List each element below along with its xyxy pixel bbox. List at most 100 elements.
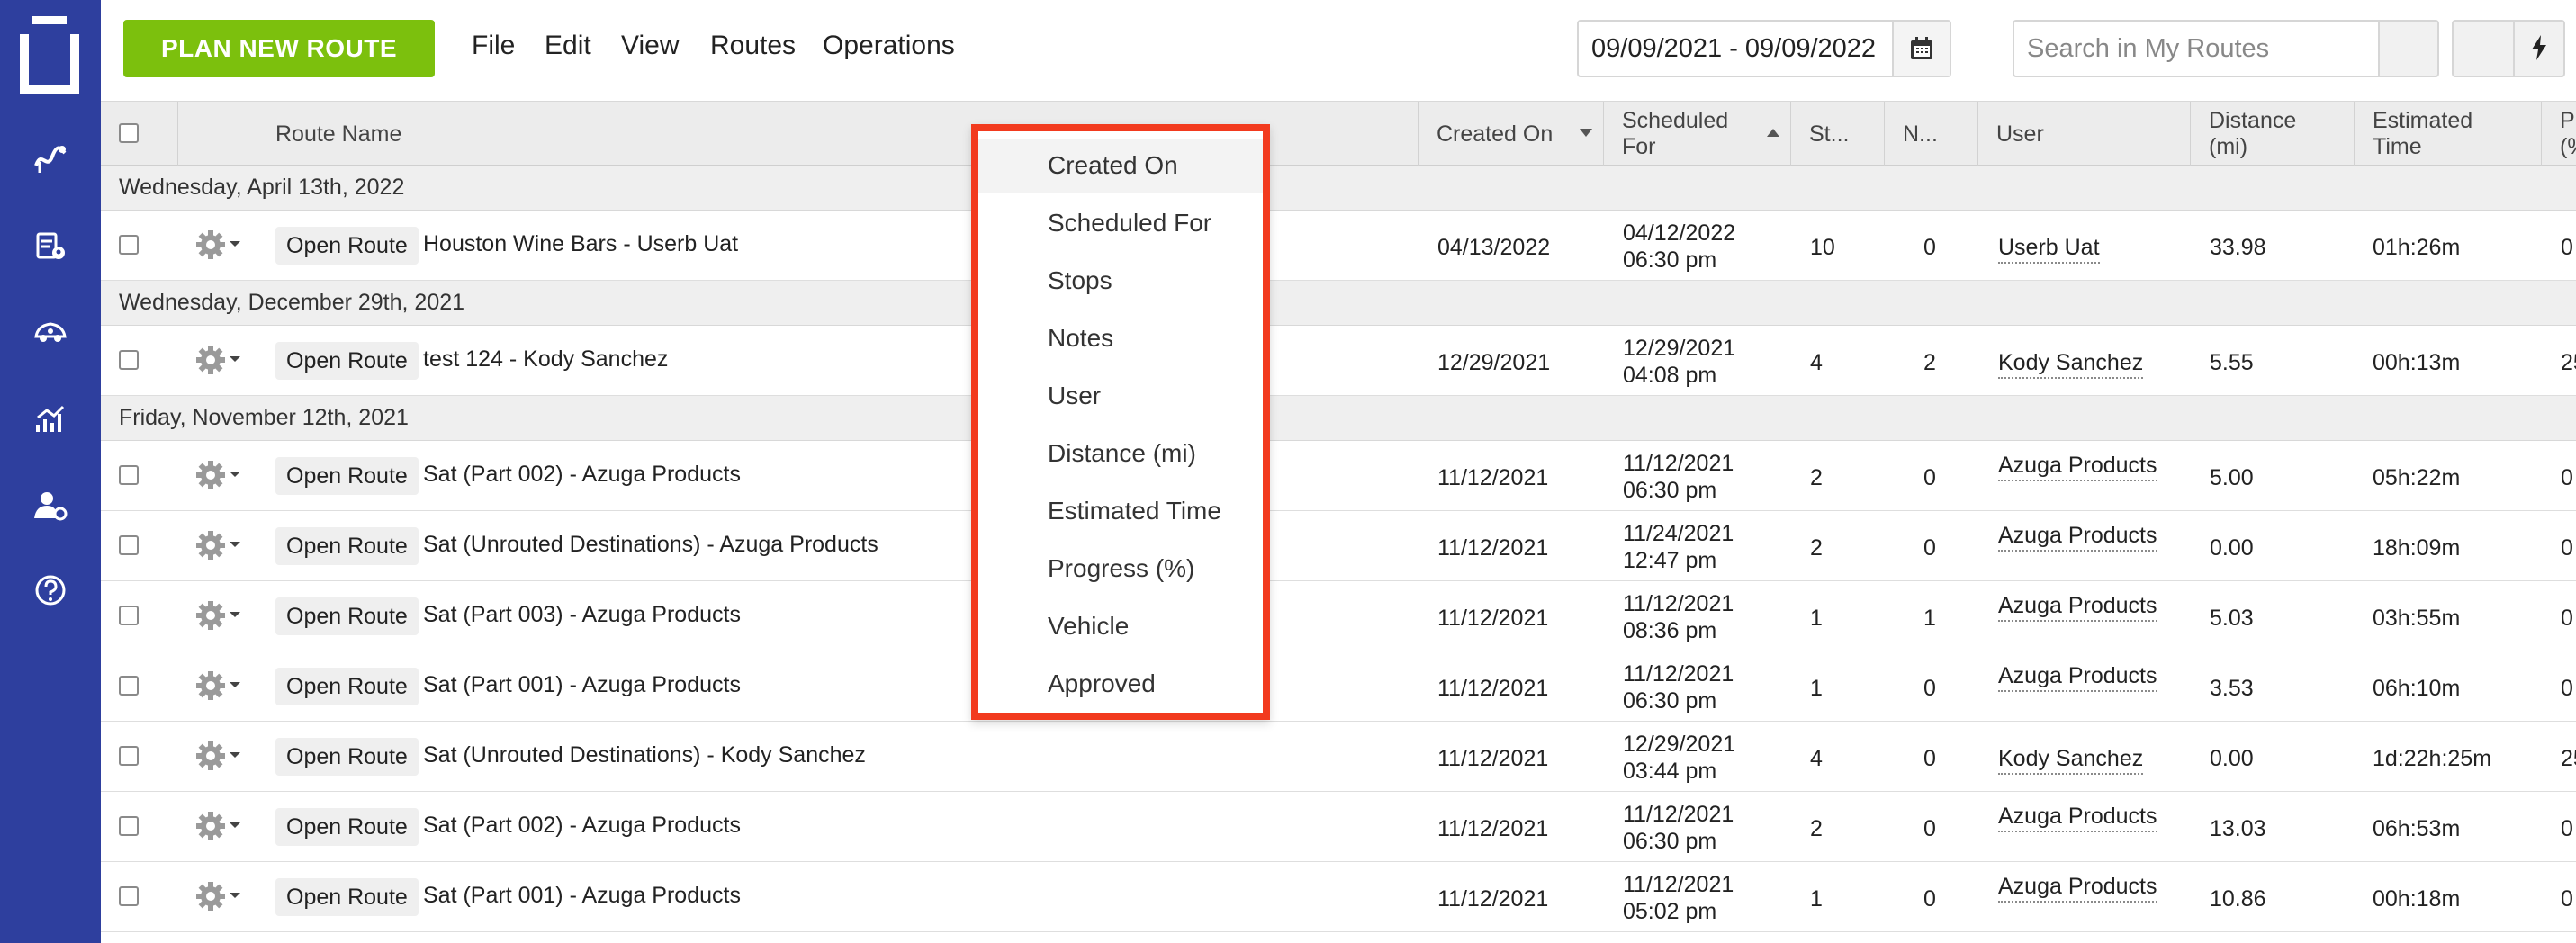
user-link[interactable]: Azuga Products bbox=[1998, 522, 2157, 552]
scheduled-date: 11/12/2021 bbox=[1623, 802, 1734, 827]
calendar-icon[interactable] bbox=[1892, 22, 1950, 76]
gear-icon[interactable] bbox=[194, 459, 248, 491]
gear-icon[interactable] bbox=[194, 344, 248, 376]
header-scheduled-for[interactable]: Scheduled For bbox=[1604, 102, 1791, 166]
open-route-button[interactable]: Open Route bbox=[275, 878, 419, 916]
header-user[interactable]: User bbox=[1978, 102, 2191, 166]
column-menu-item[interactable]: Vehicle bbox=[978, 599, 1263, 653]
user-link[interactable]: Azuga Products bbox=[1998, 592, 2157, 622]
table-row[interactable]: Open Route Houston Wine Bars - Userb Uat… bbox=[101, 211, 2576, 281]
row-checkbox[interactable] bbox=[119, 886, 139, 906]
routes-icon[interactable] bbox=[31, 139, 70, 178]
table-row[interactable]: Open Route Sat (Unrouted Destinations) -… bbox=[101, 722, 2576, 792]
header-distance[interactable]: Distance (mi) bbox=[2191, 102, 2355, 166]
column-menu-item[interactable]: Created On bbox=[978, 139, 1263, 193]
lightning-button[interactable] bbox=[2513, 20, 2565, 77]
menu-edit[interactable]: Edit bbox=[545, 31, 591, 61]
estimated-time: 05h:22m bbox=[2373, 465, 2461, 490]
open-route-button[interactable]: Open Route bbox=[275, 527, 419, 565]
route-name[interactable]: Sat (Unrouted Destinations) - Kody Sanch… bbox=[423, 741, 866, 768]
menu-file[interactable]: File bbox=[472, 31, 515, 61]
header-created-on[interactable]: Created On bbox=[1419, 102, 1604, 166]
user-link[interactable]: Azuga Products bbox=[1998, 803, 2157, 832]
plan-new-route-button[interactable]: PLAN NEW ROUTE bbox=[123, 20, 435, 77]
column-menu-item[interactable]: User bbox=[978, 369, 1263, 423]
row-checkbox[interactable] bbox=[119, 746, 139, 766]
notes: 1 bbox=[1923, 606, 1936, 631]
open-route-button[interactable]: Open Route bbox=[275, 668, 419, 705]
table-row[interactable]: Open Route Sat (Unrouted Destinations) -… bbox=[101, 511, 2576, 581]
table-row[interactable]: Open Route Sat (Part 003) - Azuga Produc… bbox=[101, 581, 2576, 651]
row-checkbox[interactable] bbox=[119, 606, 139, 625]
user-link[interactable]: Azuga Products bbox=[1998, 452, 2157, 481]
drivers-icon[interactable] bbox=[31, 311, 70, 351]
header-progress[interactable]: Progre...(%) bbox=[2542, 102, 2576, 166]
help-icon[interactable] bbox=[31, 570, 70, 610]
header-stops[interactable]: St... bbox=[1791, 102, 1885, 166]
open-route-button[interactable]: Open Route bbox=[275, 597, 419, 635]
estimated-time: 03h:55m bbox=[2373, 606, 2461, 631]
scheduled-time: 06:30 pm bbox=[1623, 829, 1717, 854]
column-menu-item[interactable]: Progress (%) bbox=[978, 542, 1263, 596]
column-menu-item[interactable]: Notes bbox=[978, 311, 1263, 365]
row-checkbox[interactable] bbox=[119, 816, 139, 836]
analytics-icon[interactable] bbox=[31, 400, 70, 439]
user-link[interactable]: Kody Sanchez bbox=[1998, 349, 2144, 379]
route-name[interactable]: Sat (Part 001) - Azuga Products bbox=[423, 671, 741, 698]
gear-icon[interactable] bbox=[194, 669, 248, 702]
header-notes[interactable]: N... bbox=[1885, 102, 1978, 166]
header-estimated-time[interactable]: Estimated Time bbox=[2355, 102, 2542, 166]
column-menu-item[interactable]: Estimated Time bbox=[978, 484, 1263, 538]
toolbar-action-button[interactable] bbox=[2452, 20, 2515, 77]
destinations-icon[interactable] bbox=[31, 227, 70, 266]
team-icon[interactable] bbox=[31, 486, 70, 525]
open-route-button[interactable]: Open Route bbox=[275, 457, 419, 495]
user-link[interactable]: Kody Sanchez bbox=[1998, 745, 2144, 775]
search-input[interactable] bbox=[2013, 20, 2380, 77]
sort-desc-icon[interactable] bbox=[1580, 129, 1592, 137]
logo-icon[interactable] bbox=[20, 16, 79, 94]
row-checkbox[interactable] bbox=[119, 676, 139, 696]
column-menu-item[interactable]: Scheduled For bbox=[978, 196, 1263, 250]
gear-icon[interactable] bbox=[194, 740, 248, 772]
table-row[interactable]: Open Route Sat (Part 001) - Azuga Produc… bbox=[101, 651, 2576, 722]
row-checkbox[interactable] bbox=[119, 235, 139, 255]
table-row[interactable]: Open Route Sat (Part 001) - Azuga Produc… bbox=[101, 862, 2576, 932]
gear-icon[interactable] bbox=[194, 529, 248, 561]
route-name[interactable]: Houston Wine Bars - Userb Uat bbox=[423, 230, 738, 257]
menu-routes[interactable]: Routes bbox=[710, 31, 796, 61]
row-checkbox[interactable] bbox=[119, 465, 139, 485]
header-scheduled-for-label: Scheduled For bbox=[1622, 108, 1729, 159]
open-route-button[interactable]: Open Route bbox=[275, 808, 419, 846]
table-row[interactable]: Open Route Sat (Part 002) - Azuga Produc… bbox=[101, 792, 2576, 862]
row-checkbox[interactable] bbox=[119, 535, 139, 555]
route-name[interactable]: Sat (Part 001) - Azuga Products bbox=[423, 882, 741, 909]
date-range-picker[interactable]: 09/09/2021 - 09/09/2022 bbox=[1577, 20, 1951, 77]
route-name[interactable]: test 124 - Kody Sanchez bbox=[423, 346, 668, 373]
user-link[interactable]: Azuga Products bbox=[1998, 662, 2157, 692]
user-link[interactable]: Azuga Products bbox=[1998, 873, 2157, 903]
route-name[interactable]: Sat (Part 002) - Azuga Products bbox=[423, 812, 741, 839]
open-route-button[interactable]: Open Route bbox=[275, 342, 419, 380]
route-name[interactable]: Sat (Part 003) - Azuga Products bbox=[423, 601, 741, 628]
search-button[interactable] bbox=[2378, 20, 2439, 77]
open-route-button[interactable]: Open Route bbox=[275, 738, 419, 776]
user-link[interactable]: Userb Uat bbox=[1998, 234, 2100, 264]
column-menu-item[interactable]: Approved bbox=[978, 657, 1263, 711]
column-menu-item[interactable]: Distance (mi) bbox=[978, 427, 1263, 480]
column-menu-item[interactable]: Stops bbox=[978, 254, 1263, 308]
row-checkbox[interactable] bbox=[119, 350, 139, 370]
table-row[interactable]: Open Route Sat (Part 002) - Azuga Produc… bbox=[101, 441, 2576, 511]
gear-icon[interactable] bbox=[194, 880, 248, 912]
menu-view[interactable]: View bbox=[621, 31, 679, 61]
table-row[interactable]: Open Route test 124 - Kody Sanchez 12/29… bbox=[101, 326, 2576, 396]
gear-icon[interactable] bbox=[194, 810, 248, 842]
select-all-checkbox[interactable] bbox=[119, 123, 139, 143]
menu-operations[interactable]: Operations bbox=[823, 31, 955, 61]
route-name[interactable]: Sat (Unrouted Destinations) - Azuga Prod… bbox=[423, 531, 878, 558]
sort-asc-icon[interactable] bbox=[1767, 129, 1779, 137]
gear-icon[interactable] bbox=[194, 599, 248, 632]
gear-icon[interactable] bbox=[194, 229, 248, 261]
route-name[interactable]: Sat (Part 002) - Azuga Products bbox=[423, 461, 741, 488]
open-route-button[interactable]: Open Route bbox=[275, 227, 419, 265]
